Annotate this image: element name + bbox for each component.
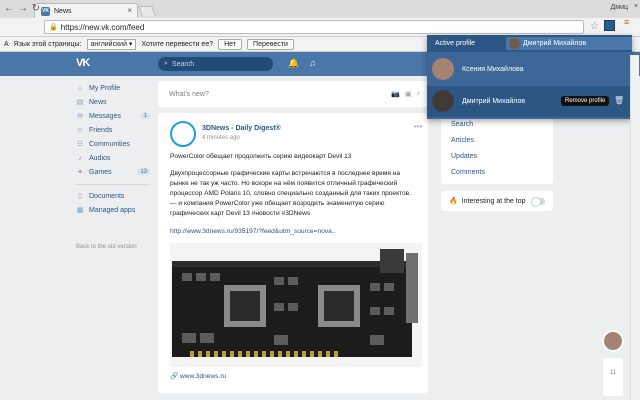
video-icon[interactable]: ▣ <box>405 90 412 98</box>
whats-new-placeholder: What's new? <box>169 90 209 98</box>
sidebar-item-friends[interactable]: ☺ Friends <box>76 126 150 134</box>
vk-favicon-icon: VK <box>41 6 50 16</box>
interesting-toggle[interactable] <box>531 196 545 207</box>
page-scrollbar[interactable] <box>630 55 639 400</box>
filter-search[interactable]: Search <box>451 121 473 128</box>
translate-label: Язык этой страницы: <box>13 40 82 48</box>
browser-tab[interactable]: VK News × <box>34 3 138 18</box>
sidebar-item-documents[interactable]: ▯ Documents <box>76 192 150 201</box>
sidebar-item-messages[interactable]: ✉ Messages 1 <box>76 112 150 120</box>
trash-icon[interactable]: 🗑 <box>614 96 624 105</box>
news-icon: ▤ <box>76 99 84 106</box>
post-body-line: рынке не так уж часто. Но вскоре на нём … <box>170 180 398 187</box>
post-time[interactable]: 4 minutes ago <box>202 135 240 141</box>
author-avatar[interactable] <box>170 121 196 147</box>
current-profile-name: Дмитрий Михайлов <box>523 40 587 47</box>
search-placeholder: Search <box>171 60 195 68</box>
graphics-card-illustration <box>172 249 418 357</box>
profile-row[interactable] <box>427 54 632 84</box>
fire-icon: 🔥 <box>449 198 458 205</box>
filter-comments[interactable]: Comments <box>451 169 485 176</box>
tab-title: News <box>54 7 72 15</box>
sidebar-item-managed-apps[interactable]: ▦ Managed apps <box>76 206 150 215</box>
current-profile[interactable]: Дмитрий Михайлов <box>506 37 632 50</box>
reload-icon[interactable]: ↻ <box>30 3 42 14</box>
sidebar-item-audios[interactable]: ♪ Audios <box>76 154 150 162</box>
post-body-line: графических карт Devil 13 #новости #3DNe… <box>170 210 311 217</box>
post-link[interactable]: http://www.3dnews.ru/935197/?feed&utm_so… <box>170 228 336 235</box>
link-icon: 🔗 <box>170 373 181 380</box>
post-source-link[interactable]: 🔗 www.3dnews.ru <box>170 372 226 380</box>
url-text: https://new.vk.com/feed <box>60 22 145 32</box>
forward-arrow-icon[interactable]: → <box>17 3 29 14</box>
friends-icon: ☺ <box>76 126 84 134</box>
message-icon: ✉ <box>77 113 83 120</box>
communities-icon: ☷ <box>76 141 84 148</box>
post-headline: PowerColor обещает продолжить серию виде… <box>170 153 352 160</box>
more-options-icon[interactable]: ••• <box>414 122 422 131</box>
document-icon: ▯ <box>78 193 82 200</box>
lock-icon: 🔒 <box>49 24 58 31</box>
filter-updates[interactable]: Updates <box>451 153 477 160</box>
translate-question: Хотите перевести ее? <box>141 40 214 48</box>
close-tab-icon[interactable]: × <box>127 6 132 15</box>
post-image-graphics-card[interactable] <box>170 243 422 367</box>
camera-icon[interactable]: 📷 <box>391 90 400 98</box>
active-profile-label: Active profile <box>435 40 476 47</box>
sidebar-item-communities[interactable]: ☷ Communities <box>76 140 150 149</box>
browser-menu-icon[interactable]: ≡ <box>624 18 634 32</box>
chat-avatar[interactable] <box>602 330 624 352</box>
window-close-icon[interactable]: × <box>634 3 638 10</box>
post-body-line: — и компания PowerColor уже обещает возр… <box>170 200 385 207</box>
avatar <box>432 58 454 80</box>
filter-articles[interactable]: Articles <box>451 137 474 144</box>
games-icon: ✦ <box>77 169 83 176</box>
games-count-badge: 13 <box>137 169 150 175</box>
translate-button[interactable]: Перевести <box>247 38 294 50</box>
back-to-old-version-link[interactable]: Back to the old version <box>76 244 137 250</box>
search-input[interactable]: ⌕ Search <box>158 57 273 71</box>
profile-name[interactable]: Ксения Михайлова <box>462 66 524 73</box>
home-icon: ⌂ <box>77 84 83 92</box>
chat-count-badge[interactable]: 11 <box>603 358 623 396</box>
interesting-label: Interesting at the top <box>461 197 526 205</box>
language-select[interactable]: английский ▾ <box>86 38 137 50</box>
messages-count-badge: 1 <box>140 113 150 119</box>
browser-user-name[interactable]: Дмиц <box>611 4 628 11</box>
translate-icon: A <box>4 40 9 48</box>
avatar <box>432 90 454 112</box>
post-body-line: Двухпроцессорные графические карты встре… <box>170 170 401 177</box>
profile-name[interactable]: Дмитрий Михайлов <box>462 98 525 105</box>
music-icon[interactable]: ♫ <box>309 58 316 68</box>
apps-icon: ▦ <box>76 207 84 214</box>
no-translate-button[interactable]: Нет <box>218 38 243 50</box>
back-arrow-icon[interactable]: ← <box>3 3 15 14</box>
post-body-line: процессор AMD Polaris 10, словно специал… <box>170 190 411 197</box>
post-author[interactable]: 3DNews - Daily Digest® <box>202 125 281 132</box>
music-icon: ♪ <box>78 154 82 162</box>
avatar <box>509 38 520 49</box>
extension-icon[interactable] <box>604 20 615 31</box>
sidebar-item-my-profile[interactable]: ⌂ My Profile <box>76 84 150 92</box>
sidebar-divider <box>76 184 150 185</box>
whats-new-input[interactable]: What's new? 📷 ▣ ♪ <box>158 81 428 107</box>
audio-icon[interactable]: ♪ <box>417 90 421 98</box>
interesting-at-top-row[interactable]: 🔥 Interesting at the top <box>441 191 553 211</box>
sidebar-item-news[interactable]: ▤ News <box>76 98 150 107</box>
sidebar-item-games[interactable]: ✦ Games 13 <box>76 168 150 176</box>
bookmark-star-icon[interactable]: ☆ <box>590 21 599 32</box>
vk-logo[interactable]: VK <box>76 57 90 69</box>
address-bar[interactable]: 🔒 https://new.vk.com/feed <box>44 20 584 34</box>
search-icon: ⌕ <box>164 60 168 67</box>
remove-profile-tooltip: Remove profile <box>561 96 610 106</box>
notification-bell-icon[interactable]: 🔔 <box>288 58 299 69</box>
